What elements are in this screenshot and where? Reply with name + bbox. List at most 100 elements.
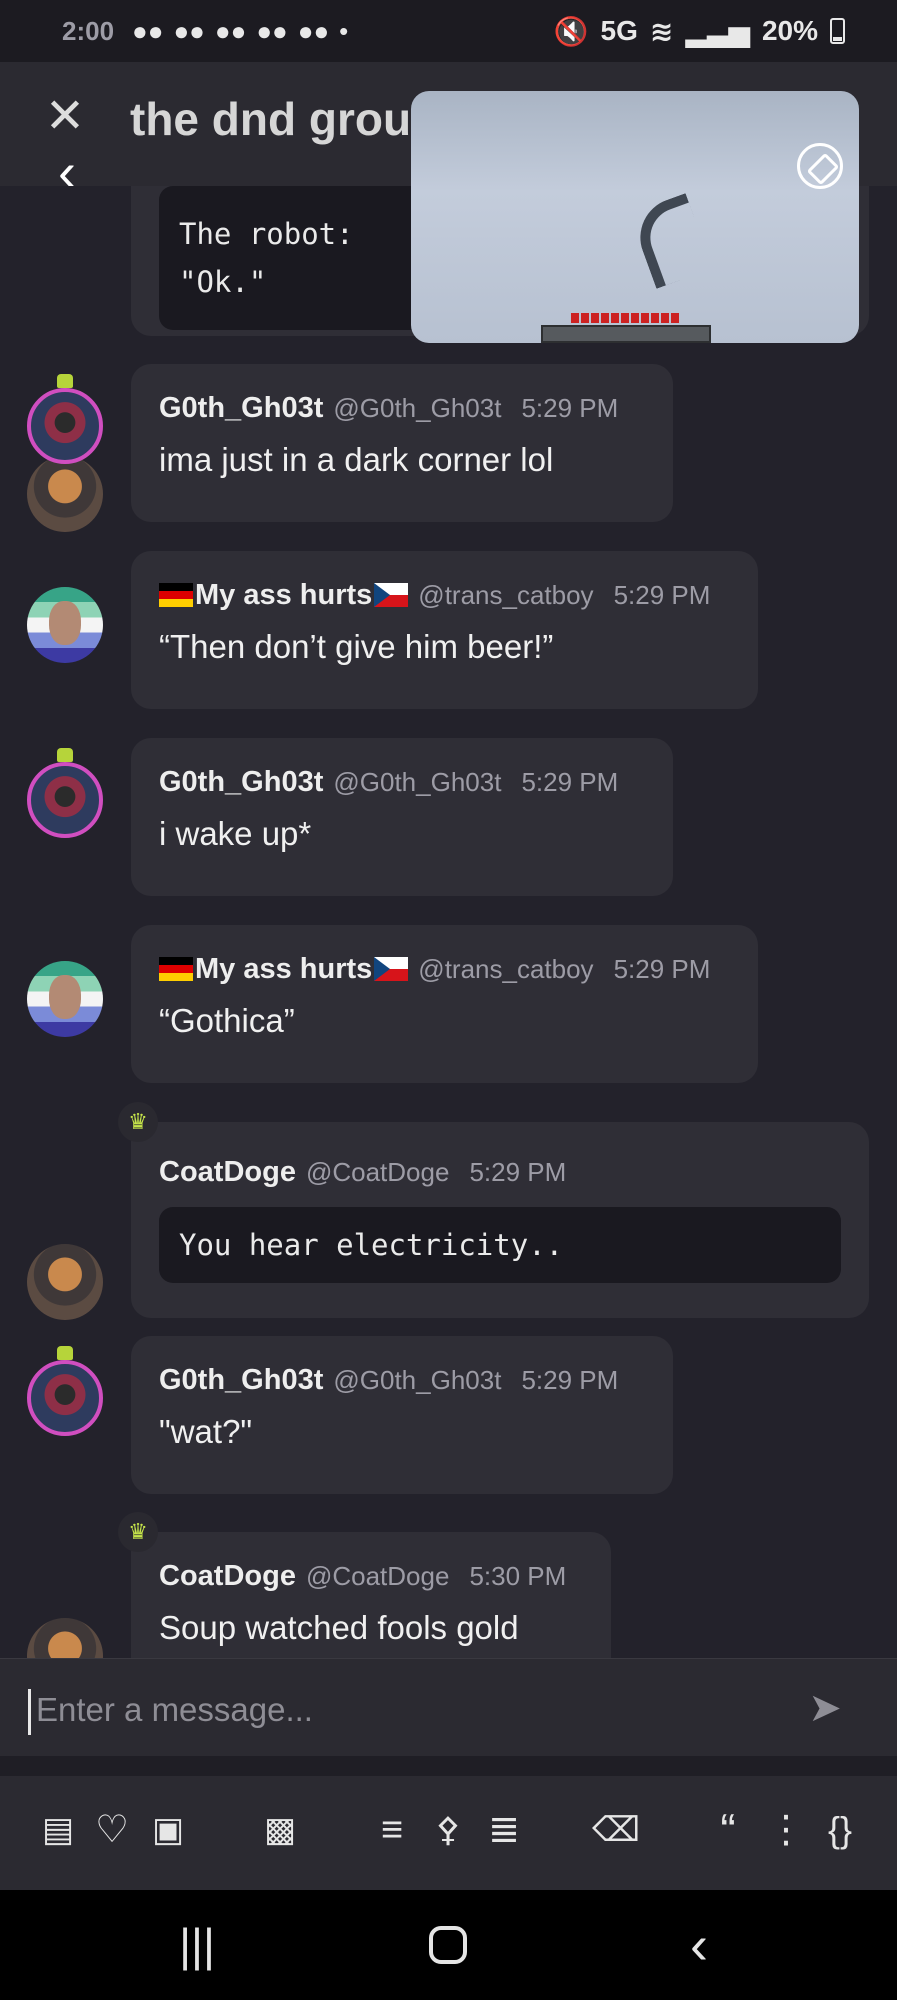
trash-icon[interactable]: ⌫ [588,1800,644,1860]
discord-icon: ●● [214,15,247,46]
message-meta: G0th_Gh03t @G0th_Gh03t 5:29 PM [159,392,645,425]
numbered-list-icon[interactable]: ≣ [476,1800,532,1860]
author-handle: @G0th_Gh03t [333,393,502,423]
message-meta: CoatDoge @CoatDoge 5:29 PM [159,1156,841,1189]
message-composer: ➤ [0,1658,897,1756]
nsfw-image-icon[interactable]: ▩ [252,1800,308,1860]
network-label: 5G [600,15,638,46]
back-icon[interactable]: ‹ [664,1915,734,1975]
message-meta: My ass hurts @trans_catboy 5:29 PM [159,579,730,612]
sticker-icon[interactable]: ▤ [30,1800,86,1860]
message-meta: G0th_Gh03t @G0th_Gh03t 5:29 PM [159,766,645,799]
message-time: 5:29 PM [469,1157,567,1187]
battery-icon [830,18,845,44]
avatar-wrap [27,1346,103,1436]
wifi-icon: ≋ [649,15,674,47]
heart-icon[interactable]: ♡ [84,1800,140,1860]
send-icon[interactable]: ➤ [800,1683,850,1733]
message-text: "wat?" [159,1413,253,1450]
recents-icon[interactable]: ||| [162,1915,232,1975]
message-time: 5:29 PM [521,393,619,423]
system-nav-bar: ||| ‹ [0,1890,897,2000]
avatar[interactable] [27,456,103,532]
video-scene [629,193,713,289]
code-braces-icon[interactable]: {} [812,1800,868,1860]
bullet-list-icon[interactable]: ≡ [364,1800,420,1860]
message-meta: G0th_Gh03t @G0th_Gh03t 5:29 PM [159,1364,645,1397]
message-text: Soup watched fools gold [159,1609,519,1646]
germany-flag-icon [159,583,193,607]
author-name[interactable]: CoatDoge [159,1560,296,1593]
author-name[interactable]: G0th_Gh03t [159,392,323,425]
author-name[interactable]: My ass hurts [159,953,409,986]
message-bubble: My ass hurts @trans_catboy 5:29 PM “Then… [131,551,758,709]
germany-flag-icon [159,957,193,981]
avatar-decoration-icon [57,374,73,388]
avatar[interactable] [27,762,103,838]
quote-icon[interactable]: “ [700,1800,756,1860]
rotate-screen-icon[interactable] [797,143,843,189]
status-bar: 2:00 ●● ●● ●● ●● ●● • 🔇 5G ≋ ▂▃▅ 20% [0,0,897,62]
message-text: i wake up* [159,815,312,852]
more-icon[interactable]: ⋮ [758,1800,814,1860]
home-icon[interactable] [429,1926,467,1964]
code-block: You hear electricity.. [159,1207,841,1283]
discord-icon: ●● [256,15,288,46]
dot-icon: • [339,15,349,46]
status-time: 2:00 [62,15,115,46]
avatar[interactable] [27,1244,103,1320]
message-text: “Then don’t give him beer!” [159,628,554,665]
message-time: 5:29 PM [521,1365,619,1395]
message-time: 5:30 PM [469,1561,567,1591]
notification-icons: ●● ●● ●● ●● ●● • [132,16,348,47]
avatar-decoration-icon [57,1346,73,1360]
avatar[interactable] [27,961,103,1037]
chat-title: the dnd group [130,93,440,145]
discord-icon: ●● [132,15,164,46]
message-text: ima just in a dark corner lol [159,441,554,478]
message-meta: My ass hurts @trans_catboy 5:29 PM [159,953,730,986]
discord-icon: ●● [297,15,330,46]
message-bubble: CoatDoge @CoatDoge 5:30 PM Soup watched … [131,1532,611,1658]
crown-icon: ♛ [118,1102,158,1142]
share-icon[interactable]: ⚴ [420,1800,476,1860]
author-handle: @CoatDoge [305,1561,450,1591]
author-name[interactable]: CoatDoge [159,1156,296,1189]
picture-in-picture-video[interactable] [411,91,859,343]
message-time: 5:29 PM [613,954,711,984]
avatar[interactable] [27,1360,103,1436]
image-icon[interactable]: ▣ [140,1800,196,1860]
czech-flag-icon [374,957,409,981]
signal-icon: ▂▃▅ [685,15,750,47]
discord-icon: ●● [173,15,205,46]
message-bubble: G0th_Gh03t @G0th_Gh03t 5:29 PM i wake up… [131,738,673,896]
author-handle: @CoatDoge [305,1157,450,1187]
crown-icon: ♛ [118,1512,158,1552]
avatar[interactable] [27,1618,103,1658]
status-right: 🔇 5G ≋ ▂▃▅ 20% [554,15,845,48]
text-caret [28,1689,31,1735]
message-bubble: My ass hurts @trans_catboy 5:29 PM “Goth… [131,925,758,1083]
message-text: “Gothica” [159,1002,295,1039]
game-health-bar [571,313,681,323]
message-time: 5:29 PM [521,767,619,797]
avatar[interactable] [27,388,103,464]
author-name[interactable]: G0th_Gh03t [159,766,323,799]
author-name[interactable]: G0th_Gh03t [159,1364,323,1397]
message-bubble: G0th_Gh03t @G0th_Gh03t 5:29 PM ima just … [131,364,673,522]
message-bubble: G0th_Gh03t @G0th_Gh03t 5:29 PM "wat?" [131,1336,673,1494]
avatar-decoration-icon [57,748,73,762]
author-handle: @G0th_Gh03t [333,1365,502,1395]
message-meta: CoatDoge @CoatDoge 5:30 PM [159,1560,583,1593]
battery-label: 20% [761,15,818,46]
author-name[interactable]: My ass hurts [159,579,409,612]
message-list[interactable]: The robot: "Ok." G0th_Gh03t @G0th_Gh03t … [0,186,897,1658]
mute-icon: 🔇 [553,15,589,47]
author-handle: @trans_catboy [418,954,594,984]
game-hotbar [541,325,711,343]
message-time: 5:29 PM [613,580,711,610]
avatar-wrap [27,374,103,464]
close-icon[interactable]: ✕ [40,92,90,142]
avatar[interactable] [27,587,103,663]
message-input[interactable] [36,1681,756,1739]
